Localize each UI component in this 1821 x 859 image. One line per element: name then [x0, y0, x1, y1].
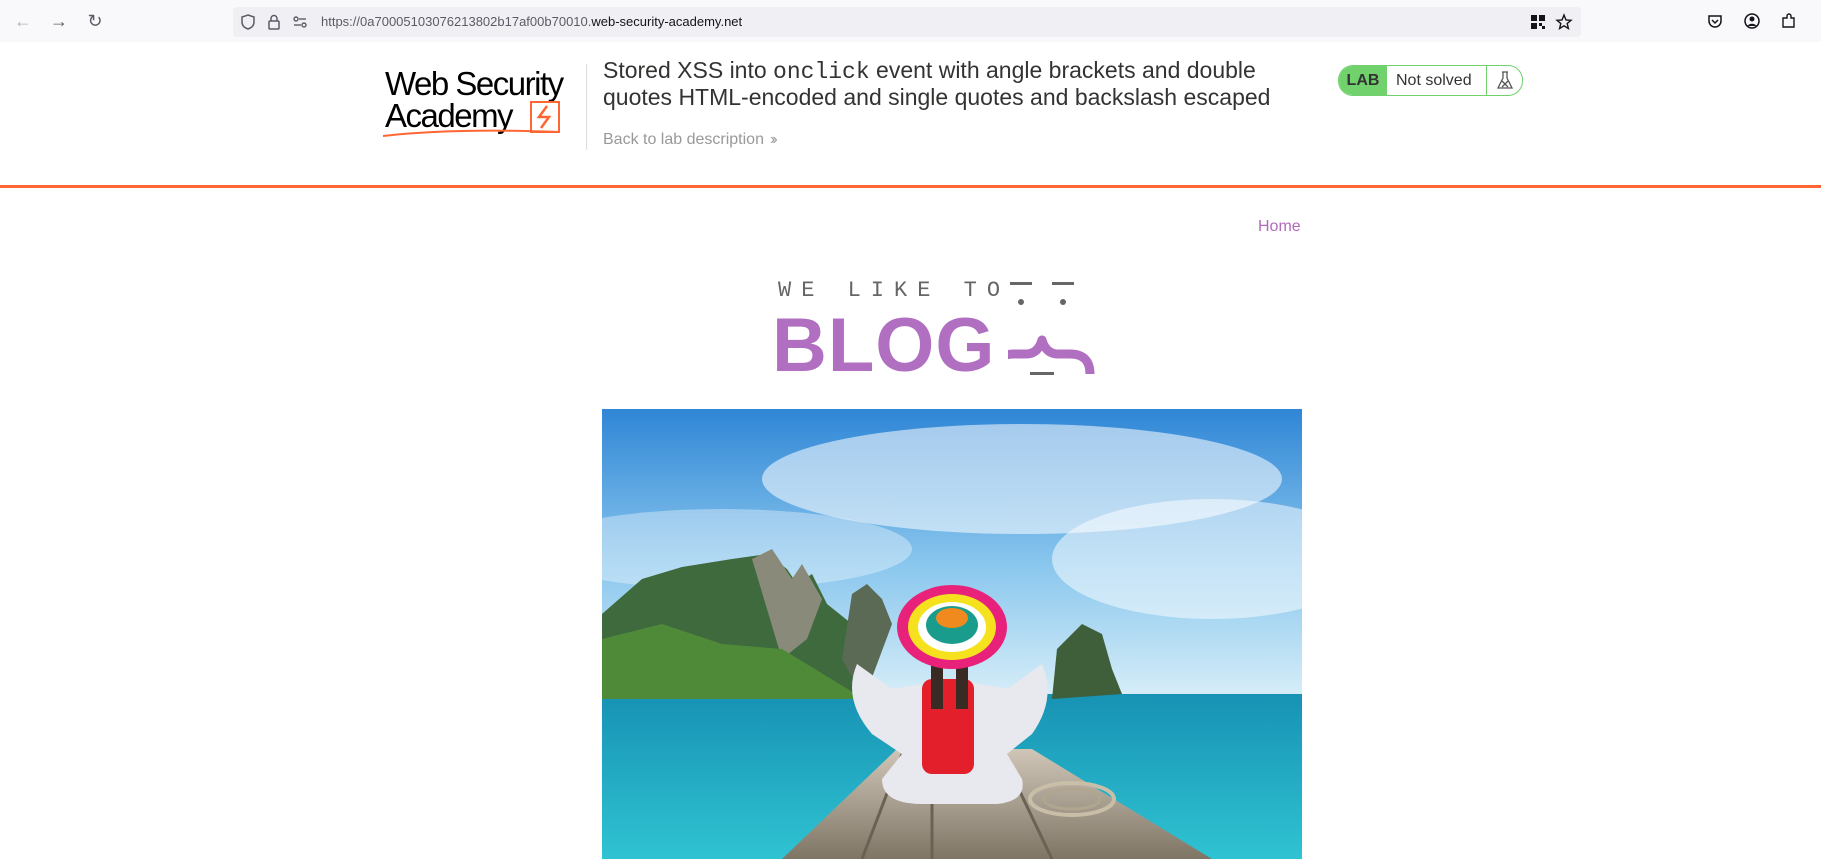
extensions-icon[interactable] — [1780, 12, 1798, 30]
reload-icon[interactable]: ↻ — [85, 11, 105, 31]
blog-logo: WE LIKE TO BLOG — [770, 272, 1130, 388]
blog-post-image[interactable] — [602, 409, 1302, 859]
lab-title-part1: Stored XSS into — [603, 57, 774, 83]
lab-title: Stored XSS into onclick event with angle… — [603, 58, 1323, 110]
back-to-lab-label: Back to lab description — [603, 131, 764, 148]
header-divider — [586, 64, 587, 150]
shield-icon[interactable] — [239, 13, 257, 31]
logo-line2: Academy — [385, 97, 514, 134]
blog-logo-word: BLOG — [772, 303, 996, 388]
account-icon[interactable] — [1743, 12, 1761, 30]
web-security-academy-logo[interactable]: Web Security Academy — [383, 62, 583, 152]
back-arrow-icon[interactable]: ← — [13, 11, 33, 31]
lab-header: Web Security Academy Stored XSS into onc… — [0, 42, 1821, 188]
address-bar[interactable]: https://0a70005103076213802b17af00b70010… — [233, 7, 1581, 37]
url-text[interactable]: https://0a70005103076213802b17af00b70010… — [321, 14, 742, 29]
home-nav-link[interactable]: Home — [1258, 218, 1301, 236]
qr-code-icon[interactable] — [1529, 13, 1547, 31]
browser-toolbar: ← → ↻ https://0a70005103076213802b17af00… — [0, 0, 1821, 43]
forward-arrow-icon[interactable]: → — [49, 11, 69, 31]
pocket-icon[interactable] — [1706, 12, 1724, 30]
lab-title-code: onclick — [773, 59, 870, 85]
back-to-lab-link[interactable]: Back to lab description ›› — [603, 131, 777, 149]
lab-badge: LAB — [1339, 66, 1387, 95]
curly-brace-face-icon — [1008, 282, 1095, 375]
blog-logo-tagline: WE LIKE TO — [778, 278, 1011, 303]
flask-icon — [1486, 66, 1522, 95]
lab-status-widget: LAB Not solved — [1338, 65, 1523, 96]
url-host: web-security-academy.net — [591, 14, 743, 29]
lock-icon[interactable] — [265, 13, 283, 31]
double-chevron-right-icon: ›› — [769, 131, 777, 148]
lab-status-text: Not solved — [1396, 72, 1472, 89]
bookmark-star-icon[interactable] — [1555, 13, 1573, 31]
permissions-icon[interactable] — [291, 13, 309, 31]
url-prefix: https://0a70005103076213802b17af00b70010… — [321, 14, 592, 29]
